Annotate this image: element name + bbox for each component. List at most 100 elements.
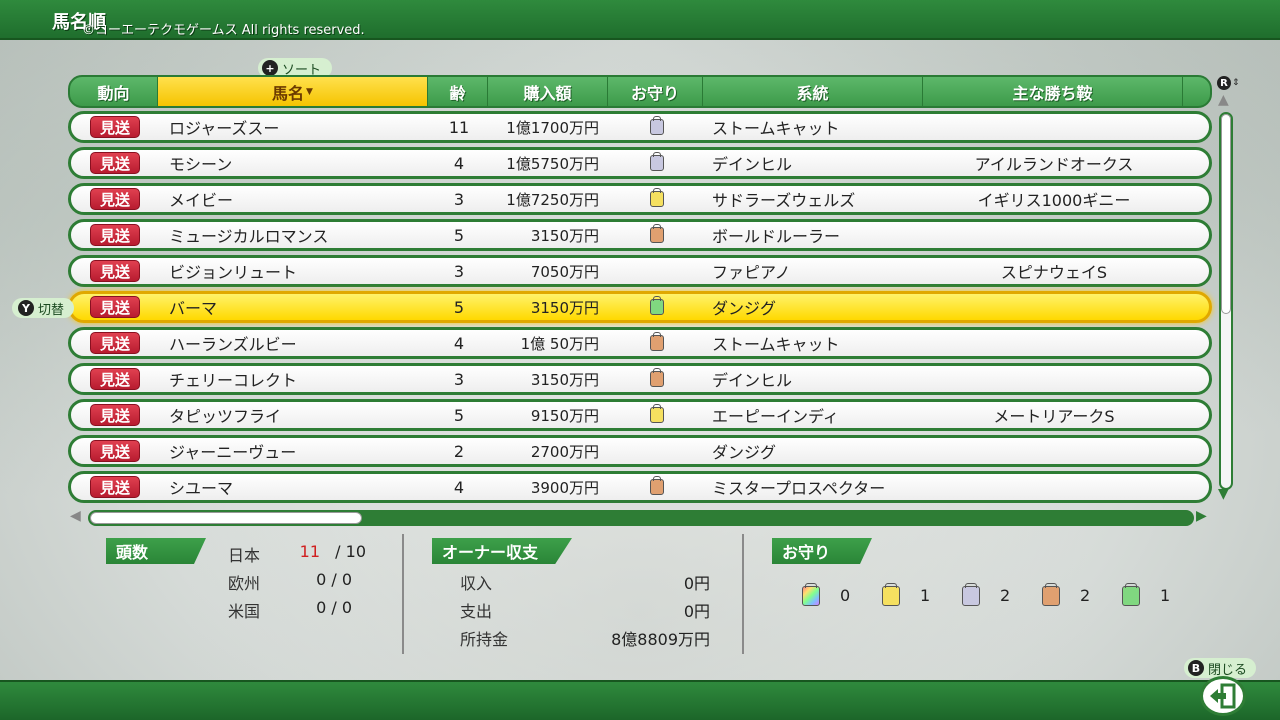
status-button[interactable]: 見送	[90, 152, 140, 174]
bloodline: デインヒル	[712, 155, 793, 174]
status-button[interactable]: 見送	[90, 224, 140, 246]
bloodline: ストームキャット	[712, 119, 840, 138]
horse-age: 5	[453, 297, 465, 317]
column-header-status[interactable]: 動向	[70, 77, 158, 106]
charm-cell	[609, 366, 704, 392]
exit-door-icon	[1210, 683, 1236, 709]
footer-bar	[0, 680, 1280, 720]
charm-tag: お守り	[772, 538, 872, 564]
status-cell: 見送	[71, 258, 159, 284]
main-win	[924, 438, 1184, 464]
column-header-price[interactable]: 購入額	[488, 77, 608, 106]
bloodline: ダンジグ	[712, 299, 777, 318]
income-label: 収入	[460, 574, 493, 593]
usa-label: 米国	[228, 602, 261, 621]
horse-name: バーマ	[169, 299, 218, 318]
horse-row[interactable]: 見送 ミュージカルロマンス 5 3150万円 ボールドルーラー	[68, 219, 1212, 251]
b-button-icon: B	[1188, 660, 1204, 676]
vertical-scroll-thumb[interactable]	[1221, 114, 1231, 314]
horse-name: ジャーニーヴュー	[169, 443, 297, 462]
charm-cell	[609, 186, 704, 212]
horse-row[interactable]: 見送 モシーン 4 1億5750万円 デインヒル アイルランドオークス	[68, 147, 1212, 179]
bloodline: ダンジグ	[712, 443, 777, 462]
scroll-left-arrow-icon[interactable]: ◀	[70, 508, 81, 524]
horse-row[interactable]: 見送 ロジャーズスー 11 1億1700万円 ストームキャット	[68, 111, 1212, 143]
status-button[interactable]: 見送	[90, 332, 140, 354]
status-cell: 見送	[71, 438, 159, 464]
charm-icon	[649, 152, 664, 171]
status-button[interactable]: 見送	[90, 188, 140, 210]
status-button[interactable]: 見送	[90, 296, 140, 318]
column-header-name-label: 馬名	[272, 83, 305, 103]
horse-name: チェリーコレクト	[169, 371, 298, 390]
purchase-price: 1億7250万円	[506, 190, 599, 209]
column-header-bloodline[interactable]: 系統	[703, 77, 923, 106]
horse-list: 見送 ロジャーズスー 11 1億1700万円 ストームキャット 見送 モシーン 4 1億5750…	[68, 111, 1212, 507]
horse-row[interactable]: 見送 シユーマ 4 3900万円 ミスタープロスペクター	[68, 471, 1212, 503]
main-win	[924, 114, 1184, 140]
charm-icon	[802, 583, 820, 606]
status-button[interactable]: 見送	[90, 404, 140, 426]
usa-value: 0 / 0	[316, 598, 352, 617]
expense-value: 0円	[683, 602, 710, 621]
horse-row[interactable]: 見送 チェリーコレクト 3 3150万円 デインヒル	[68, 363, 1212, 395]
toggle-button[interactable]: Y 切替	[12, 298, 74, 318]
horse-name: シユーマ	[169, 479, 234, 498]
horse-name: ビジョンリュート	[169, 263, 298, 282]
horse-row[interactable]: 見送 タピッツフライ 5 9150万円 エーピーインディ メートリアークS	[68, 399, 1212, 431]
charm-cell	[609, 330, 704, 356]
sort-descending-icon: ▼	[306, 86, 313, 97]
horse-age: 4	[453, 477, 465, 497]
bloodline: ストームキャット	[712, 335, 840, 354]
horse-row[interactable]: 見送 バーマ 5 3150万円 ダンジグ	[68, 291, 1212, 323]
column-header-main-wins[interactable]: 主な勝ち鞍	[923, 77, 1183, 106]
horse-name: ロジャーズスー	[169, 119, 280, 138]
horse-name: メイビー	[169, 191, 234, 210]
japan-current: 11	[299, 542, 320, 561]
purchase-price: 2700万円	[530, 442, 599, 461]
exit-button[interactable]	[1200, 676, 1246, 716]
funds-label: 所持金	[460, 630, 509, 649]
status-cell: 見送	[71, 402, 159, 428]
horizontal-scroll-thumb[interactable]	[90, 512, 362, 524]
charm-cell	[609, 438, 704, 464]
column-header-age[interactable]: 齢	[428, 77, 488, 106]
column-header-name[interactable]: 馬名 ▼	[158, 77, 428, 106]
status-button[interactable]: 見送	[90, 368, 140, 390]
charm-cell	[609, 402, 704, 428]
bloodline: ボールドルーラー	[712, 227, 841, 246]
close-hint[interactable]: B 閉じる	[1184, 658, 1256, 678]
status-button[interactable]: 見送	[90, 260, 140, 282]
close-label: 閉じる	[1208, 662, 1248, 678]
y-button-icon: Y	[18, 300, 34, 316]
charm-cell	[609, 114, 704, 140]
main-win: スピナウェイS	[1000, 263, 1108, 282]
charm-icon	[649, 224, 664, 243]
horse-age: 3	[453, 261, 465, 281]
status-cell: 見送	[71, 114, 159, 140]
purchase-price: 1億1700万円	[506, 118, 599, 137]
scroll-up-arrow-icon[interactable]: ▲	[1218, 92, 1229, 108]
horse-row[interactable]: 見送 メイビー 3 1億7250万円 サドラーズウェルズ イギリス1000ギニー	[68, 183, 1212, 215]
status-cell: 見送	[71, 186, 159, 212]
horse-row[interactable]: 見送 ジャーニーヴュー 2 2700万円 ダンジグ	[68, 435, 1212, 467]
purchase-price: 9150万円	[530, 406, 599, 425]
charm-icon	[1122, 583, 1140, 606]
horse-row[interactable]: 見送 ビジョンリュート 3 7050万円 ファピアノ スピナウェイS	[68, 255, 1212, 287]
charm-count: 2	[1080, 586, 1091, 605]
horse-row[interactable]: 見送 ハーランズルビー 4 1億 50万円 ストームキャット	[68, 327, 1212, 359]
status-button[interactable]: 見送	[90, 476, 140, 498]
scroll-right-arrow-icon[interactable]: ▶	[1196, 508, 1207, 524]
panel-divider	[742, 534, 744, 654]
scroll-down-arrow-icon[interactable]: ▼	[1218, 486, 1229, 502]
r-stick-icon: R ⇕	[1217, 76, 1240, 90]
charm-cell	[609, 294, 704, 320]
status-button[interactable]: 見送	[90, 116, 140, 138]
status-button[interactable]: 見送	[90, 440, 140, 462]
bloodline: エーピーインディ	[712, 407, 839, 426]
status-cell: 見送	[71, 222, 159, 248]
purchase-price: 1億 50万円	[520, 334, 599, 353]
column-header-charm[interactable]: お守り	[608, 77, 703, 106]
horse-name: ミュージカルロマンス	[169, 227, 329, 246]
plus-button-icon: +	[262, 60, 278, 76]
